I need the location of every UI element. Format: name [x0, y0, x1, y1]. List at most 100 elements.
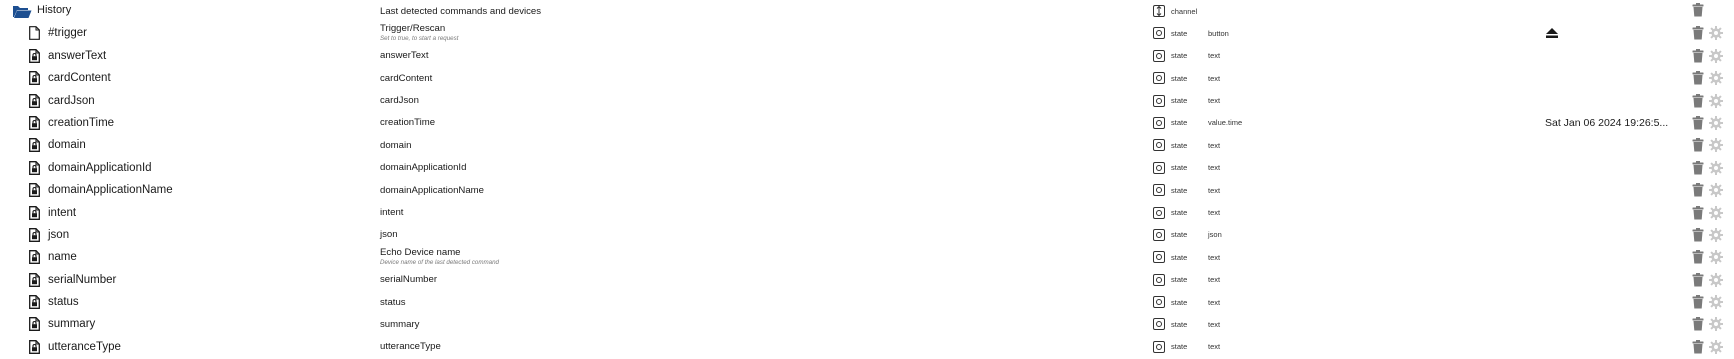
object-role: json — [1208, 230, 1222, 240]
object-value: Sat Jan 06 2024 19:26:5... — [1545, 116, 1669, 129]
object-role: text — [1208, 275, 1221, 285]
circle-icon — [1156, 254, 1162, 261]
state-type-icon — [1153, 296, 1165, 309]
circle-icon — [1156, 187, 1162, 194]
gear-icon[interactable] — [1709, 138, 1723, 153]
object-role: text — [1208, 297, 1221, 307]
state-row-answerText[interactable]: answerText answerText state text — [0, 45, 1734, 67]
object-name: json — [380, 229, 398, 241]
object-id: cardJson — [48, 94, 95, 107]
object-type: state — [1171, 73, 1188, 83]
object-type: state — [1171, 118, 1188, 128]
state-row-serialNumber[interactable]: serialNumber serialNumber state text — [0, 269, 1734, 291]
delete-icon[interactable] — [1692, 115, 1704, 130]
file-lock-icon — [27, 316, 41, 332]
object-name: cardContent — [380, 72, 433, 84]
delete-icon[interactable] — [1692, 250, 1704, 264]
delete-icon[interactable] — [1692, 138, 1704, 152]
state-row-summary[interactable]: summary summary state text — [0, 313, 1734, 335]
gear-icon[interactable] — [1709, 250, 1723, 265]
gear-icon[interactable] — [1709, 26, 1723, 41]
gear-icon[interactable] — [1709, 93, 1723, 108]
state-row-creationTime[interactable]: creationTime creationTime state value.ti… — [0, 112, 1734, 134]
folder-open-icon[interactable] — [12, 3, 32, 19]
state-row-json[interactable]: json json state json — [0, 224, 1734, 246]
object-name: Last detected commands and devices — [380, 5, 542, 17]
circle-icon — [1156, 52, 1162, 59]
object-role: text — [1208, 140, 1221, 150]
object-type: state — [1171, 185, 1188, 195]
delete-icon[interactable] — [1692, 183, 1704, 197]
gear-icon[interactable] — [1709, 317, 1723, 332]
file-lock-icon — [27, 272, 41, 288]
object-type: state — [1171, 51, 1188, 61]
object-name: status — [380, 296, 406, 308]
delete-icon[interactable] — [1692, 26, 1704, 40]
object-role: text — [1208, 319, 1221, 329]
object-type: state — [1171, 252, 1188, 262]
gear-icon[interactable] — [1709, 295, 1723, 310]
circle-icon — [1156, 321, 1162, 328]
gear-icon[interactable] — [1709, 71, 1723, 86]
object-type: state — [1171, 319, 1188, 329]
file-lock-icon — [27, 249, 41, 265]
object-type: state — [1171, 230, 1188, 240]
object-name: domain — [380, 139, 412, 151]
state-type-icon — [1153, 139, 1165, 152]
object-id: json — [48, 228, 70, 241]
delete-icon[interactable] — [1692, 227, 1704, 242]
delete-icon[interactable] — [1692, 71, 1704, 85]
object-id: creationTime — [48, 116, 115, 129]
delete-icon[interactable] — [1692, 272, 1704, 287]
state-row-cardContent[interactable]: cardContent cardContent state text — [0, 67, 1734, 89]
object-type: state — [1171, 140, 1188, 150]
object-id: serialNumber — [48, 273, 117, 286]
object-role: text — [1208, 185, 1221, 195]
delete-icon[interactable] — [1692, 93, 1704, 108]
gear-icon[interactable] — [1709, 183, 1723, 198]
object-name: domainApplicationName — [380, 184, 484, 196]
object-role: text — [1208, 51, 1221, 61]
object-id: domain — [48, 139, 86, 152]
file-lock-icon — [27, 294, 41, 310]
file-icon — [27, 25, 41, 41]
gear-icon[interactable] — [1709, 48, 1723, 63]
delete-icon[interactable] — [1692, 317, 1704, 331]
state-type-icon — [1153, 318, 1165, 331]
state-row-name[interactable]: name Echo Device name Device name of the… — [0, 246, 1734, 268]
delete-icon[interactable] — [1692, 205, 1704, 220]
circle-icon — [1156, 119, 1162, 126]
eject-icon[interactable] — [1545, 26, 1559, 44]
object-type: state — [1171, 96, 1188, 106]
object-id: domainApplicationId — [48, 161, 152, 174]
delete-icon[interactable] — [1692, 3, 1704, 17]
object-role: button — [1208, 28, 1229, 38]
delete-icon[interactable] — [1692, 48, 1704, 63]
state-row-domainApplicationId[interactable]: domainApplicationId domainApplicationId … — [0, 157, 1734, 179]
gear-icon[interactable] — [1709, 272, 1723, 287]
object-role: text — [1208, 73, 1221, 83]
gear-icon[interactable] — [1709, 160, 1723, 175]
state-row-domainApplicationName[interactable]: domainApplicationName domainApplicationN… — [0, 179, 1734, 201]
object-id: utteranceType — [48, 340, 121, 353]
delete-icon[interactable] — [1692, 295, 1704, 309]
channel-row-history[interactable]: History Last detected commands and devic… — [0, 0, 1734, 22]
delete-icon[interactable] — [1692, 160, 1704, 175]
state-row-domain[interactable]: domain domain state text — [0, 134, 1734, 156]
state-row-intent[interactable]: intent intent state text — [0, 202, 1734, 224]
state-row-cardJson[interactable]: cardJson cardJson state text — [0, 90, 1734, 112]
circle-icon — [1156, 276, 1162, 283]
object-name: utteranceType — [380, 341, 441, 353]
gear-icon[interactable] — [1709, 205, 1723, 220]
file-lock-icon — [27, 227, 41, 243]
gear-icon[interactable] — [1709, 115, 1723, 130]
object-type: state — [1171, 275, 1188, 285]
delete-icon[interactable] — [1692, 339, 1704, 354]
gear-icon[interactable] — [1709, 339, 1723, 354]
object-name: intent — [380, 207, 404, 219]
object-id: summary — [48, 318, 96, 331]
state-type-icon — [1153, 49, 1165, 62]
state-row-status[interactable]: status status state text — [0, 291, 1734, 313]
gear-icon[interactable] — [1709, 227, 1723, 242]
state-row-trigger[interactable]: #trigger Trigger/Rescan Set to true, to … — [0, 22, 1734, 44]
